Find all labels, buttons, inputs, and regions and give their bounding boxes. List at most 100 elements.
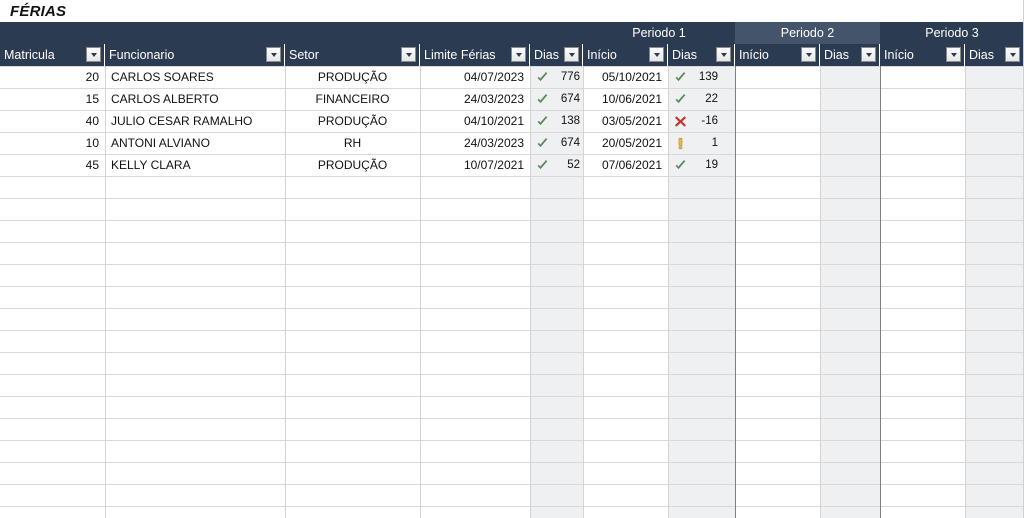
row-separator bbox=[0, 484, 1024, 485]
cell-funcionario-row-5[interactable]: KELLY CLARA bbox=[105, 154, 285, 176]
group-header-band: Periodo 1 Periodo 2 Periodo 3 bbox=[0, 22, 1024, 44]
col-funcionario-header[interactable]: Funcionario bbox=[105, 44, 285, 66]
col-dias-p2-header-label: Dias bbox=[824, 48, 850, 62]
cell-inicio-p1-row-1[interactable]: 05/10/2021 bbox=[583, 66, 668, 88]
cell-matricula-row-3[interactable]: 40 bbox=[0, 110, 105, 132]
row-separator bbox=[0, 396, 1024, 397]
cell-matricula-row-1[interactable]: 20 bbox=[0, 66, 105, 88]
col-dias-p3-filter-dropdown-icon[interactable] bbox=[1005, 47, 1020, 62]
cell-dias-p2-row-1[interactable] bbox=[820, 66, 880, 88]
cell-dias-limite-row-5[interactable]: 52 bbox=[530, 154, 583, 176]
cell-dias-p1-row-1[interactable]: 139 bbox=[668, 66, 735, 88]
cell-funcionario-row-4[interactable]: ANTONI ALVIANO bbox=[105, 132, 285, 154]
cell-inicio-p2-row-3[interactable] bbox=[735, 110, 820, 132]
cell-setor-row-2[interactable]: FINANCEIRO bbox=[285, 88, 420, 110]
cell-value: -16 bbox=[701, 115, 718, 127]
cell-matricula-row-5[interactable]: 45 bbox=[0, 154, 105, 176]
col-dias-p1-header-label: Dias bbox=[672, 48, 698, 62]
cell-inicio-p3-row-2[interactable] bbox=[880, 88, 965, 110]
cell-inicio-p3-row-5[interactable] bbox=[880, 154, 965, 176]
cell-funcionario-row-3[interactable]: JULIO CESAR RAMALHO bbox=[105, 110, 285, 132]
col-setor-filter-dropdown-icon[interactable] bbox=[401, 47, 416, 62]
cell-dias-p1-row-5[interactable]: 19 bbox=[668, 154, 735, 176]
col-inicio-p1-filter-dropdown-icon[interactable] bbox=[649, 47, 664, 62]
cell-inicio-p2-row-2[interactable] bbox=[735, 88, 820, 110]
col-inicio-p3-filter-dropdown-icon[interactable] bbox=[946, 47, 961, 62]
col-dias-p1-filter-dropdown-icon[interactable] bbox=[716, 47, 731, 62]
cell-dias-p3-row-5[interactable] bbox=[965, 154, 1024, 176]
row-separator bbox=[0, 264, 1024, 265]
cell-dias-p3-row-1[interactable] bbox=[965, 66, 1024, 88]
cell-value: 139 bbox=[698, 71, 718, 83]
col-setor-header[interactable]: Setor bbox=[285, 44, 420, 66]
cell-value: 776 bbox=[560, 71, 580, 83]
row-separator bbox=[0, 352, 1024, 353]
cell-dias-limite-row-1[interactable]: 776 bbox=[530, 66, 583, 88]
row-separator bbox=[0, 418, 1024, 419]
cell-limite-ferias-row-2[interactable]: 24/03/2023 bbox=[420, 88, 530, 110]
row-separator bbox=[0, 462, 1024, 463]
cell-dias-p1-row-2[interactable]: 22 bbox=[668, 88, 735, 110]
col-inicio-p2-filter-dropdown-icon[interactable] bbox=[801, 47, 816, 62]
cell-inicio-p2-row-1[interactable] bbox=[735, 66, 820, 88]
cell-dias-p2-row-2[interactable] bbox=[820, 88, 880, 110]
cell-dias-p1-row-3[interactable]: -16 bbox=[668, 110, 735, 132]
cell-dias-p2-row-3[interactable] bbox=[820, 110, 880, 132]
col-limite-ferias-filter-dropdown-icon[interactable] bbox=[511, 47, 526, 62]
col-dias-limite-filter-dropdown-icon[interactable] bbox=[564, 47, 579, 62]
group-blank bbox=[0, 22, 583, 44]
cross-icon bbox=[674, 115, 687, 128]
cell-inicio-p1-row-4[interactable]: 20/05/2021 bbox=[583, 132, 668, 154]
cell-setor-row-4[interactable]: RH bbox=[285, 132, 420, 154]
cell-matricula-row-4[interactable]: 10 bbox=[0, 132, 105, 154]
row-separator bbox=[0, 374, 1024, 375]
cell-inicio-p2-row-5[interactable] bbox=[735, 154, 820, 176]
cell-dias-p2-row-4[interactable] bbox=[820, 132, 880, 154]
cell-limite-ferias-row-1[interactable]: 04/07/2023 bbox=[420, 66, 530, 88]
warning-icon bbox=[674, 137, 687, 150]
cell-dias-limite-row-4[interactable]: 674 bbox=[530, 132, 583, 154]
cell-inicio-p1-row-5[interactable]: 07/06/2021 bbox=[583, 154, 668, 176]
cell-setor-row-1[interactable]: PRODUÇÃO bbox=[285, 66, 420, 88]
cell-inicio-p3-row-1[interactable] bbox=[880, 66, 965, 88]
cell-dias-p3-row-3[interactable] bbox=[965, 110, 1024, 132]
page-title: FÉRIAS bbox=[10, 2, 67, 20]
row-separator bbox=[0, 286, 1024, 287]
cell-value: 22 bbox=[705, 93, 718, 105]
group-periodo-1: Periodo 1 bbox=[583, 22, 735, 44]
cell-setor-row-3[interactable]: PRODUÇÃO bbox=[285, 110, 420, 132]
col-funcionario-filter-dropdown-icon[interactable] bbox=[266, 47, 281, 62]
row-separator bbox=[0, 506, 1024, 507]
cell-inicio-p2-row-4[interactable] bbox=[735, 132, 820, 154]
cell-dias-p2-row-5[interactable] bbox=[820, 154, 880, 176]
cell-value: 674 bbox=[560, 137, 580, 149]
cell-inicio-p3-row-4[interactable] bbox=[880, 132, 965, 154]
row-separator bbox=[0, 198, 1024, 199]
col-matricula-filter-dropdown-icon[interactable] bbox=[86, 47, 101, 62]
cell-limite-ferias-row-4[interactable]: 24/03/2023 bbox=[420, 132, 530, 154]
cell-inicio-p1-row-2[interactable]: 10/06/2021 bbox=[583, 88, 668, 110]
cell-funcionario-row-1[interactable]: CARLOS SOARES bbox=[105, 66, 285, 88]
cell-limite-ferias-row-5[interactable]: 10/07/2021 bbox=[420, 154, 530, 176]
cell-dias-p1-row-4[interactable]: 1 bbox=[668, 132, 735, 154]
cell-dias-limite-row-2[interactable]: 674 bbox=[530, 88, 583, 110]
check-icon bbox=[536, 115, 549, 128]
cell-value: 1 bbox=[711, 137, 718, 149]
col-dias-p2-filter-dropdown-icon[interactable] bbox=[861, 47, 876, 62]
check-icon bbox=[536, 159, 549, 172]
cell-dias-limite-row-3[interactable]: 138 bbox=[530, 110, 583, 132]
group-periodo-3: Periodo 3 bbox=[880, 22, 1024, 44]
cell-matricula-row-2[interactable]: 15 bbox=[0, 88, 105, 110]
cell-funcionario-row-2[interactable]: CARLOS ALBERTO bbox=[105, 88, 285, 110]
row-separator bbox=[0, 220, 1024, 221]
cell-inicio-p3-row-3[interactable] bbox=[880, 110, 965, 132]
cell-limite-ferias-row-3[interactable]: 04/10/2021 bbox=[420, 110, 530, 132]
col-matricula-header-label: Matricula bbox=[4, 48, 55, 62]
cell-setor-row-5[interactable]: PRODUÇÃO bbox=[285, 154, 420, 176]
cell-inicio-p1-row-3[interactable]: 03/05/2021 bbox=[583, 110, 668, 132]
cell-dias-p3-row-4[interactable] bbox=[965, 132, 1024, 154]
col-dias-limite-header-label: Dias bbox=[534, 48, 560, 62]
cell-value: 52 bbox=[567, 159, 580, 171]
cell-dias-p3-row-2[interactable] bbox=[965, 88, 1024, 110]
row-separator bbox=[0, 242, 1024, 243]
